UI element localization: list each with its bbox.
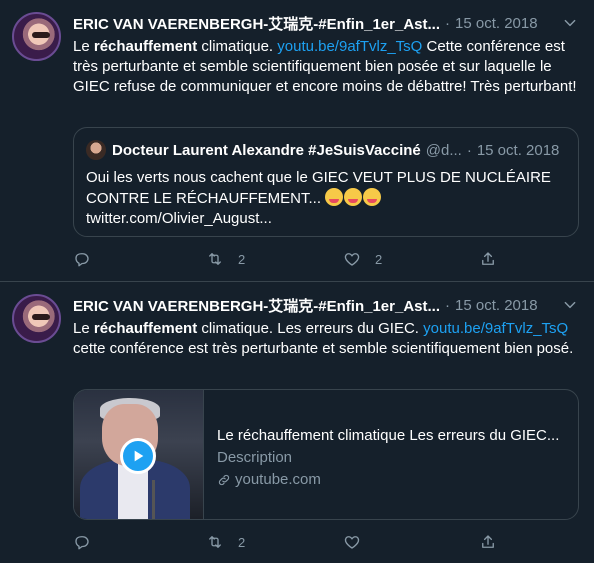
tweet-link[interactable]: youtu.be/9afTvlz_TsQ: [423, 320, 568, 337]
tweet-content: ERIC VAN VAERENBERGH-艾瑞克-#Enfin_1er_Ast.…: [73, 12, 579, 281]
play-icon[interactable]: [120, 438, 156, 474]
text-part: climatique.: [197, 38, 278, 55]
grinning-emoji-icon: [344, 188, 363, 206]
text-part: Le: [73, 320, 94, 337]
tweet-header: ERIC VAN VAERENBERGH-艾瑞克-#Enfin_1er_Ast.…: [73, 12, 579, 34]
link-card[interactable]: Le réchauffement climatique Les erreurs …: [73, 389, 579, 520]
tweet-header: ERIC VAN VAERENBERGH-艾瑞克-#Enfin_1er_Ast.…: [73, 294, 579, 316]
tweet-actions: 2: [73, 532, 503, 552]
tweet-content: ERIC VAN VAERENBERGH-艾瑞克-#Enfin_1er_Ast.…: [73, 294, 579, 563]
grinning-emoji-icon: [363, 188, 382, 206]
like-icon: [344, 253, 360, 266]
quote-date: 15 oct. 2018: [476, 141, 560, 159]
reply-button[interactable]: [73, 249, 91, 269]
avatar[interactable]: [12, 294, 61, 343]
quote-avatar: [86, 140, 106, 160]
chevron-down-icon[interactable]: [561, 296, 579, 314]
quote-handle: @d...: [425, 141, 462, 159]
like-icon: [344, 536, 360, 549]
retweet-count: 2: [238, 534, 246, 550]
text-part: climatique. Les erreurs du GIEC.: [197, 320, 424, 337]
reply-icon: [75, 536, 89, 550]
quote-link: twitter.com/Olivier_August...: [86, 210, 272, 227]
author-name[interactable]: ERIC VAN VAERENBERGH-艾瑞克-#Enfin_1er_Ast.…: [73, 13, 440, 34]
retweet-count: 2: [238, 251, 246, 267]
card-description: Description: [217, 449, 293, 466]
tweet[interactable]: ERIC VAN VAERENBERGH-艾瑞克-#Enfin_1er_Ast.…: [0, 0, 594, 282]
retweet-icon: [209, 536, 221, 548]
quote-header: Docteur Laurent Alexandre #JeSuisVacciné…: [86, 140, 566, 160]
share-button[interactable]: [479, 532, 497, 552]
separator: ·: [445, 14, 451, 32]
separator: ·: [445, 296, 451, 314]
reply-icon: [75, 253, 89, 267]
avatar[interactable]: [12, 12, 61, 61]
reply-button[interactable]: [73, 532, 91, 552]
grinning-emoji-icon: [325, 188, 344, 206]
retweet-button[interactable]: 2: [206, 249, 245, 269]
chevron-down-icon[interactable]: [561, 14, 579, 32]
tweet-text: Le réchauffement climatique. Les erreurs…: [73, 319, 579, 359]
quote-text: Oui les verts nous cachent que le GIEC V…: [86, 168, 566, 229]
text-part: Le: [73, 38, 94, 55]
text-bold: réchauffement: [93, 320, 198, 337]
tweet-actions: 2 2: [73, 249, 503, 269]
share-icon: [482, 535, 494, 548]
like-button[interactable]: 2: [343, 249, 382, 269]
quote-author-name: Docteur Laurent Alexandre #JeSuisVacciné: [112, 141, 421, 159]
text-bold: réchauffement: [93, 38, 198, 55]
quoted-tweet[interactable]: Docteur Laurent Alexandre #JeSuisVacciné…: [73, 127, 579, 237]
tweet-date[interactable]: 15 oct. 2018: [455, 297, 538, 314]
retweet-button[interactable]: 2: [206, 532, 245, 552]
quote-body: Oui les verts nous cachent que le GIEC V…: [86, 169, 551, 207]
tweet-date[interactable]: 15 oct. 2018: [455, 15, 538, 32]
link-icon: [218, 474, 230, 486]
tweet-link[interactable]: youtu.be/9afTvlz_TsQ: [277, 38, 422, 55]
text-part: cette conférence est très perturbante et…: [73, 340, 574, 357]
author-name[interactable]: ERIC VAN VAERENBERGH-艾瑞克-#Enfin_1er_Ast.…: [73, 295, 440, 316]
share-button[interactable]: [479, 249, 497, 269]
video-thumbnail[interactable]: [74, 390, 204, 519]
tweet-text: Le réchauffement climatique. youtu.be/9a…: [73, 37, 579, 97]
like-button[interactable]: [343, 532, 361, 552]
card-title: Le réchauffement climatique Les erreurs …: [217, 427, 560, 444]
tweet[interactable]: ERIC VAN VAERENBERGH-艾瑞克-#Enfin_1er_Ast.…: [0, 282, 594, 563]
share-icon: [482, 252, 494, 265]
card-body: Le réchauffement climatique Les erreurs …: [217, 426, 566, 490]
card-domain-text: youtube.com: [235, 471, 321, 488]
retweet-icon: [209, 253, 221, 265]
separator: ·: [466, 141, 472, 159]
like-count: 2: [375, 251, 383, 267]
card-domain: youtube.com: [217, 470, 566, 490]
